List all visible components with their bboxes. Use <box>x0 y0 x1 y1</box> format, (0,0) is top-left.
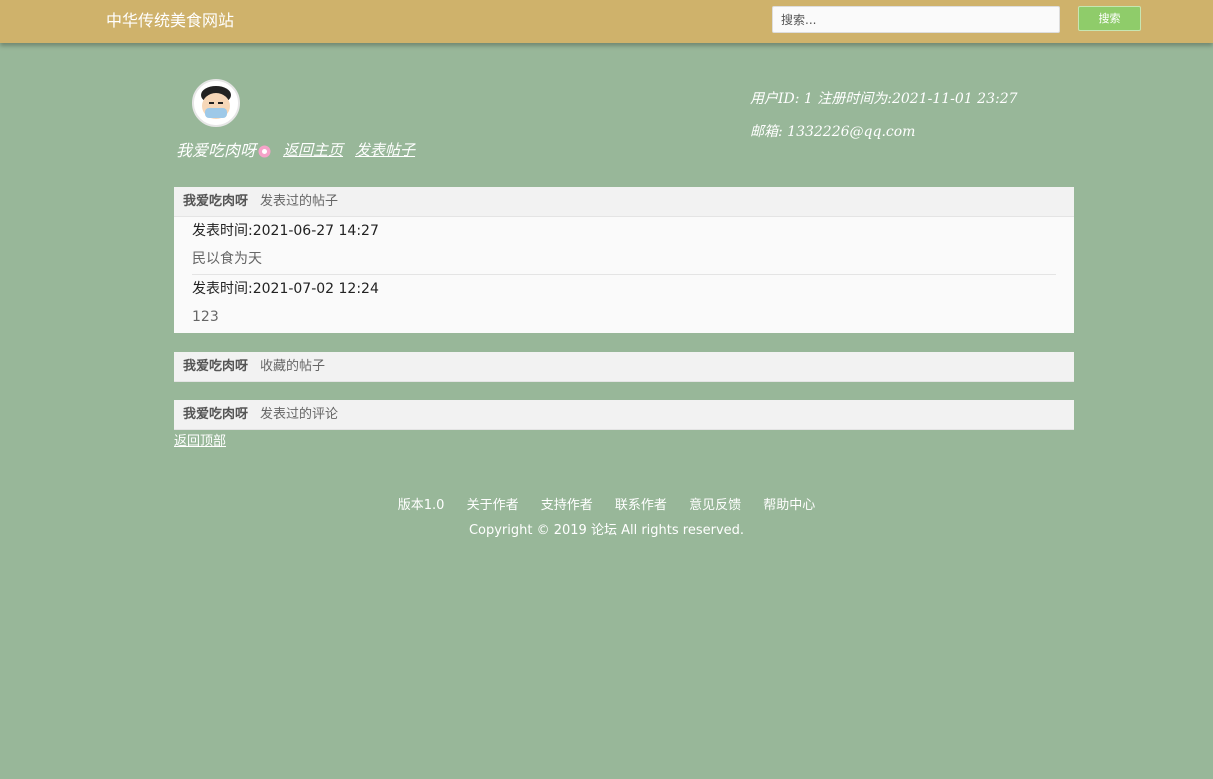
favorites-panel-title: 收藏的帖子 <box>260 359 326 374</box>
comments-panel-header[interactable]: 我爱吃肉呀 发表过的评论 <box>174 400 1074 430</box>
footer-link-about[interactable]: 关于作者 <box>467 498 519 513</box>
post-title[interactable]: 民以食为天 <box>192 250 1056 268</box>
footer-link-feedback[interactable]: 意见反馈 <box>689 498 741 513</box>
footer-link-contact[interactable]: 联系作者 <box>615 498 667 513</box>
post-item[interactable]: 发表时间:2021-06-27 14:27 民以食为天 <box>192 217 1056 275</box>
footer-link-support[interactable]: 支持作者 <box>541 498 593 513</box>
comments-panel-title: 发表过的评论 <box>260 407 339 422</box>
top-navbar: 中华传统美食网站 搜索 <box>0 0 1213 43</box>
footer-version: 版本1.0 <box>397 498 445 513</box>
search-input[interactable] <box>772 6 1060 33</box>
comments-panel: 我爱吃肉呀 发表过的评论 <box>174 400 1074 430</box>
post-item[interactable]: 发表时间:2021-07-02 12:24 123 <box>192 275 1056 333</box>
user-meta: 用户ID: 1 注册时间为:2021-11-01 23:27 <box>750 91 1018 107</box>
search-button[interactable]: 搜索 <box>1078 6 1141 31</box>
favorites-panel-user: 我爱吃肉呀 <box>183 359 249 374</box>
site-brand[interactable]: 中华传统美食网站 <box>106 10 234 32</box>
posts-panel-user: 我爱吃肉呀 <box>183 194 249 209</box>
user-avatar <box>192 79 240 127</box>
profile-line: 我爱吃肉呀 返回主页 发表帖子 <box>176 138 415 161</box>
footer-link-help[interactable]: 帮助中心 <box>763 498 815 513</box>
user-email: 邮箱: 1332226@qq.com <box>750 124 916 140</box>
footer-links: 版本1.0 关于作者 支持作者 联系作者 意见反馈 帮助中心 <box>0 494 1213 513</box>
new-post-link[interactable]: 发表帖子 <box>355 139 415 160</box>
post-title[interactable]: 123 <box>192 308 1056 326</box>
posts-panel-header: 我爱吃肉呀 发表过的帖子 <box>174 187 1074 217</box>
footer-copyright: Copyright © 2019 论坛 All rights reserved. <box>468 523 745 538</box>
back-to-top-link[interactable]: 返回顶部 <box>174 430 226 449</box>
posts-panel-title: 发表过的帖子 <box>260 194 339 209</box>
favorites-panel-header[interactable]: 我爱吃肉呀 收藏的帖子 <box>174 352 1074 382</box>
comments-panel-user: 我爱吃肉呀 <box>183 407 249 422</box>
profile-username: 我爱吃肉呀 <box>176 141 257 160</box>
back-home-link[interactable]: 返回主页 <box>283 139 343 160</box>
post-time: 发表时间:2021-06-27 14:27 <box>192 223 379 239</box>
post-time: 发表时间:2021-07-02 12:24 <box>192 281 379 297</box>
pink-badge-icon <box>258 143 271 157</box>
posts-panel: 我爱吃肉呀 发表过的帖子 发表时间:2021-06-27 14:27 民以食为天 … <box>174 187 1074 333</box>
favorites-panel: 我爱吃肉呀 收藏的帖子 <box>174 352 1074 382</box>
